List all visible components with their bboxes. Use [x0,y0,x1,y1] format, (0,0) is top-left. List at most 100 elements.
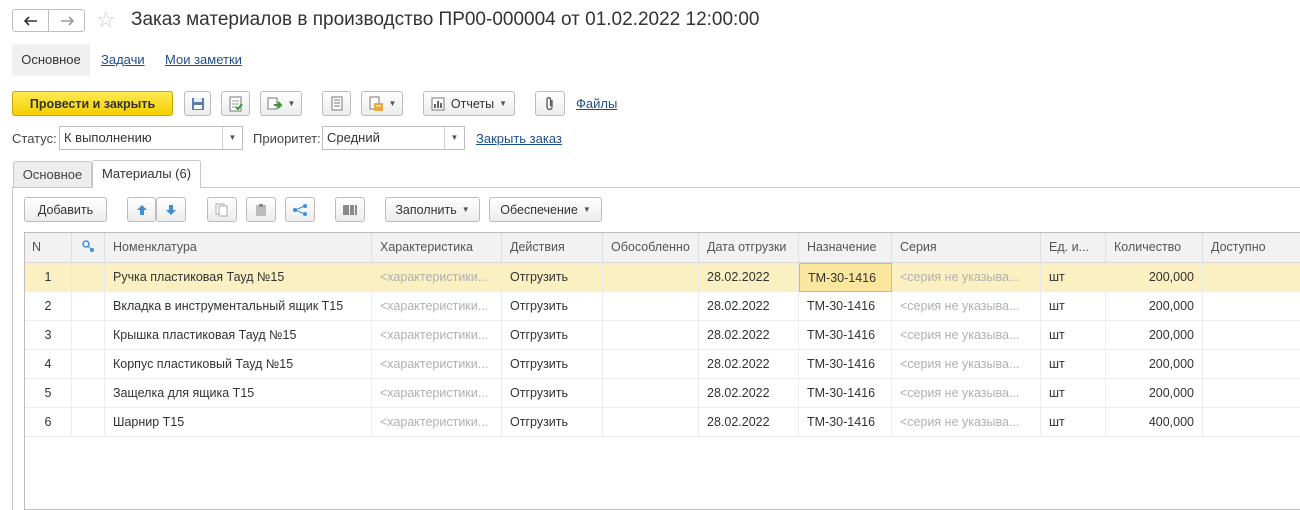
cell-actions[interactable]: Отгрузить [502,321,603,350]
cell-destination[interactable]: ТМ-30-1416 [799,292,892,321]
column-header-actions[interactable]: Действия [502,233,603,263]
cell-actions[interactable]: Отгрузить [502,379,603,408]
cell-destination[interactable]: ТМ-30-1416 [799,263,892,292]
cell-destination[interactable]: ТМ-30-1416 [799,350,892,379]
cell-characteristic[interactable]: <характеристики... [372,350,502,379]
cell-unit[interactable]: шт [1041,408,1106,437]
chevron-down-icon[interactable]: ▼ [444,127,464,149]
table-row[interactable]: 3 Крышка пластиковая Тауд №15 <характерист… [25,321,1300,350]
cell-available[interactable] [1203,408,1300,437]
structure-button[interactable] [322,91,351,116]
cell-actions[interactable]: Отгрузить [502,350,603,379]
cell-available[interactable] [1203,263,1300,292]
distribute-button[interactable] [285,197,315,222]
cell-unit[interactable]: шт [1041,350,1106,379]
cell-available[interactable] [1203,321,1300,350]
move-up-button[interactable] [127,197,156,222]
cell-series[interactable]: <серия не указыва... [892,379,1041,408]
cell-nomenclature[interactable]: Корпус пластиковый Тауд №15 [105,350,372,379]
cell-quantity[interactable]: 200,000 [1106,350,1203,379]
cell-ship-date[interactable]: 28.02.2022 [699,263,799,292]
cell-unit[interactable]: шт [1041,379,1106,408]
cell-nomenclature[interactable]: Крышка пластиковая Тауд №15 [105,321,372,350]
cell-characteristic[interactable]: <характеристики... [372,263,502,292]
column-header-unit[interactable]: Ед. и... [1041,233,1106,263]
priority-select[interactable]: Средний ▼ [322,126,465,150]
status-select[interactable]: К выполнению ▼ [59,126,243,150]
column-header-n[interactable]: N [25,233,72,263]
print-button[interactable]: ▼ [361,91,403,116]
cell-series[interactable]: <серия не указыва... [892,321,1041,350]
tab-tasks[interactable]: Задачи [101,44,145,76]
cell-unit[interactable]: шт [1041,263,1106,292]
cell-available[interactable] [1203,292,1300,321]
column-header-quantity[interactable]: Количество [1106,233,1203,263]
cell-unit[interactable]: шт [1041,321,1106,350]
add-button[interactable]: Добавить [24,197,107,222]
column-header-destination[interactable]: Назначение [799,233,892,263]
cell-n[interactable]: 5 [25,379,72,408]
cell-separately[interactable] [603,321,699,350]
cell-separately[interactable] [603,263,699,292]
table-row[interactable]: 6 Шарнир Т15 <характеристики... Отгрузить 28… [25,408,1300,437]
cell-n[interactable]: 1 [25,263,72,292]
post-button[interactable] [221,91,250,116]
cell-ship-date[interactable]: 28.02.2022 [699,321,799,350]
fill-button[interactable]: Заполнить ▼ [385,197,480,222]
tab-main-form[interactable]: Основное [13,161,92,187]
create-based-on-button[interactable]: ▼ [260,91,302,116]
cell-characteristic[interactable]: <характеристики... [372,292,502,321]
cell-series[interactable]: <серия не указыва... [892,263,1041,292]
favorite-star-icon[interactable]: ☆ [96,8,116,32]
cell-series[interactable]: <серия не указыва... [892,350,1041,379]
files-link[interactable]: Файлы [576,96,617,111]
column-header-nomenclature[interactable]: Номенклатура [105,233,372,263]
table-row[interactable]: 4 Корпус пластиковый Тауд №15 <характерист… [25,350,1300,379]
cell-separately[interactable] [603,408,699,437]
table-row[interactable]: 2 Вкладка в инструментальный ящик Т15 <хар… [25,292,1300,321]
cell-available[interactable] [1203,379,1300,408]
cell-ship-date[interactable]: 28.02.2022 [699,408,799,437]
cell-quantity[interactable]: 200,000 [1106,292,1203,321]
copy-row-button[interactable] [207,197,237,222]
cell-ship-date[interactable]: 28.02.2022 [699,350,799,379]
cell-characteristic[interactable]: <характеристики... [372,379,502,408]
cell-available[interactable] [1203,350,1300,379]
reports-button[interactable]: Отчеты ▼ [423,91,515,116]
cell-destination[interactable]: ТМ-30-1416 [799,379,892,408]
cell-destination[interactable]: ТМ-30-1416 [799,408,892,437]
cell-quantity[interactable]: 400,000 [1106,408,1203,437]
cell-destination[interactable]: ТМ-30-1416 [799,321,892,350]
cell-separately[interactable] [603,350,699,379]
materials-table[interactable]: N Номенклатура Характеристика Действия Обосо… [24,232,1300,510]
tab-materials[interactable]: Материалы (6) [92,160,201,188]
barcode-button[interactable] [335,197,365,222]
move-down-button[interactable] [156,197,186,222]
cell-quantity[interactable]: 200,000 [1106,263,1203,292]
cell-nomenclature[interactable]: Ручка пластиковая Тауд №15 [105,263,372,292]
cell-actions[interactable]: Отгрузить [502,292,603,321]
cell-actions[interactable]: Отгрузить [502,263,603,292]
tab-main[interactable]: Основное [12,44,90,76]
cell-nomenclature[interactable]: Вкладка в инструментальный ящик Т15 [105,292,372,321]
cell-quantity[interactable]: 200,000 [1106,321,1203,350]
save-button[interactable] [184,91,211,116]
cell-characteristic[interactable]: <характеристики... [372,408,502,437]
supply-button[interactable]: Обеспечение ▼ [489,197,602,222]
cell-unit[interactable]: шт [1041,292,1106,321]
chevron-down-icon[interactable]: ▼ [222,127,242,149]
close-order-link[interactable]: Закрыть заказ [476,131,562,146]
cell-characteristic[interactable]: <характеристики... [372,321,502,350]
cell-n[interactable]: 6 [25,408,72,437]
cell-ship-date[interactable]: 28.02.2022 [699,292,799,321]
column-header-available[interactable]: Доступно [1203,233,1300,263]
cell-separately[interactable] [603,292,699,321]
attach-files-button[interactable] [535,91,565,116]
cell-series[interactable]: <серия не указыва... [892,292,1041,321]
forward-button[interactable] [48,9,85,32]
cell-separately[interactable] [603,379,699,408]
tab-my-notes[interactable]: Мои заметки [165,44,242,76]
back-button[interactable] [12,9,49,32]
cell-quantity[interactable]: 200,000 [1106,379,1203,408]
cell-n[interactable]: 4 [25,350,72,379]
